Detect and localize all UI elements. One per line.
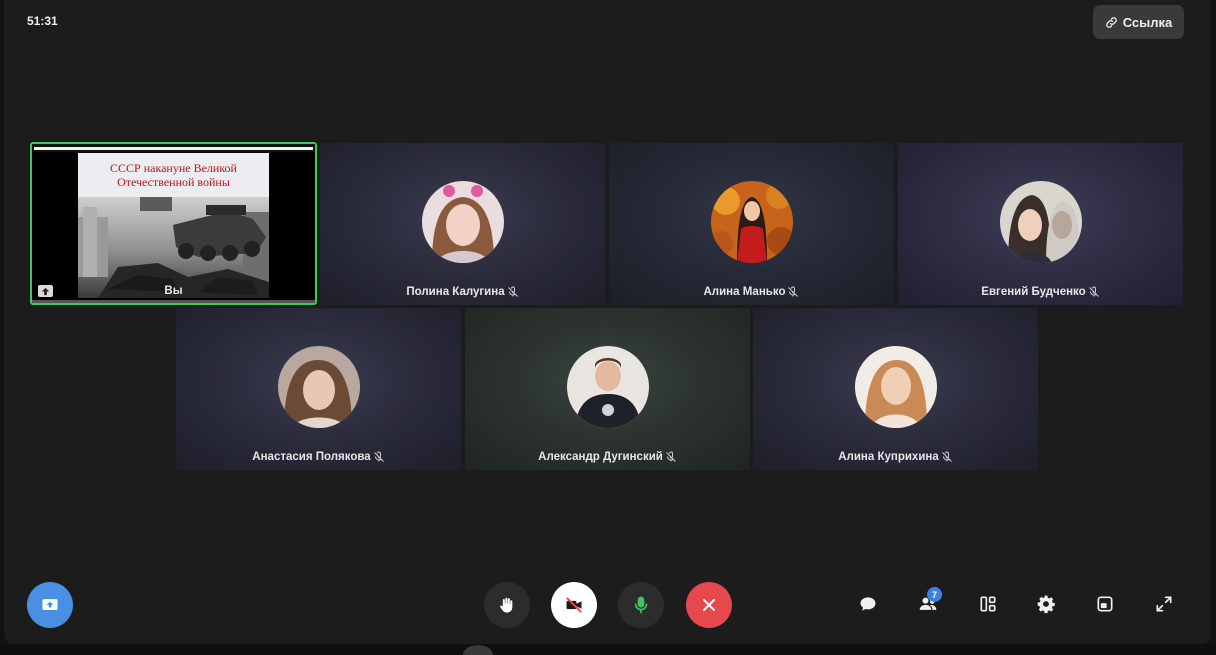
participant-tile[interactable]: Анастасия Полякова — [176, 308, 461, 470]
participant-tile[interactable]: Полина Калугина — [320, 143, 605, 305]
taskbar-strip — [0, 644, 1216, 655]
self-name: Вы — [164, 285, 183, 297]
camera-off-icon — [566, 597, 582, 613]
slide-title-line-1: СССР накануне Великой — [110, 161, 237, 175]
link-icon — [1105, 16, 1117, 28]
fullscreen-icon — [1156, 596, 1172, 612]
slide-title: СССР накануне Великой Отечественной войн… — [78, 153, 269, 197]
avatar — [421, 181, 504, 263]
mic-off-icon — [507, 286, 518, 297]
chat-button[interactable] — [853, 589, 883, 619]
camera-toggle-button[interactable] — [551, 582, 597, 628]
participant-name: Анастасия Полякова — [176, 451, 461, 463]
pip-icon — [1097, 596, 1113, 612]
participant-name: Евгений Будченко — [898, 286, 1183, 298]
slide-photo — [78, 197, 269, 298]
screen-share-icon — [42, 599, 58, 610]
call-timer: 51:31 — [27, 14, 58, 28]
participant-name: Полина Калугина — [320, 286, 605, 298]
participant-tile[interactable]: Александр Дугинский — [465, 308, 750, 470]
participant-name: Александр Дугинский — [465, 451, 750, 463]
mic-off-icon — [373, 451, 384, 462]
participant-tile[interactable]: Алина Манько — [609, 143, 894, 305]
participant-name-label: Алина Куприхина — [838, 451, 939, 463]
participant-name: Алина Куприхина — [753, 451, 1038, 463]
avatar — [854, 346, 937, 428]
avatar — [566, 346, 649, 428]
end-call-button[interactable] — [686, 582, 732, 628]
participant-tile[interactable]: Евгений Будченко — [898, 143, 1183, 305]
shared-slide: СССР накануне Великой Отечественной войн… — [78, 153, 269, 298]
mic-icon — [634, 596, 648, 614]
participant-name-label: Анастасия Полякова — [252, 451, 371, 463]
avatar — [999, 181, 1082, 263]
participant-name-label: Полина Калугина — [406, 286, 505, 298]
layout-icon — [980, 596, 996, 612]
slide-progress-strip — [32, 300, 315, 303]
avatar — [710, 181, 793, 263]
avatar — [277, 346, 360, 428]
raise-hand-icon — [500, 597, 513, 613]
settings-icon — [1037, 595, 1055, 614]
copy-link-button[interactable]: Ссылка — [1093, 5, 1184, 39]
chat-icon — [860, 597, 876, 611]
mic-off-icon — [941, 451, 952, 462]
settings-button[interactable] — [1031, 589, 1061, 619]
mic-off-icon — [1088, 286, 1099, 297]
microphone-button[interactable] — [618, 582, 664, 628]
participant-name-label: Евгений Будченко — [981, 286, 1086, 298]
layout-button[interactable] — [973, 589, 1003, 619]
participant-name: Алина Манько — [609, 286, 894, 298]
raise-hand-button[interactable] — [484, 582, 530, 628]
mic-off-icon — [788, 286, 799, 297]
end-call-icon — [703, 599, 715, 611]
slide-toolbar — [32, 144, 315, 152]
screen-share-button[interactable] — [27, 582, 73, 628]
mic-off-icon — [665, 451, 676, 462]
slide-title-line-2: Отечественной войны — [117, 175, 230, 189]
picture-in-picture-button[interactable] — [1090, 589, 1120, 619]
copy-link-label: Ссылка — [1122, 14, 1173, 30]
participant-name-label: Александр Дугинский — [538, 451, 663, 463]
participants-count-badge: 7 — [927, 587, 942, 602]
participant-tile[interactable]: Алина Куприхина — [753, 308, 1038, 470]
self-video-tile[interactable]: СССР накануне Великой Отечественной войн… — [30, 142, 317, 305]
participant-name-label: Алина Манько — [703, 286, 786, 298]
fullscreen-button[interactable] — [1149, 589, 1179, 619]
